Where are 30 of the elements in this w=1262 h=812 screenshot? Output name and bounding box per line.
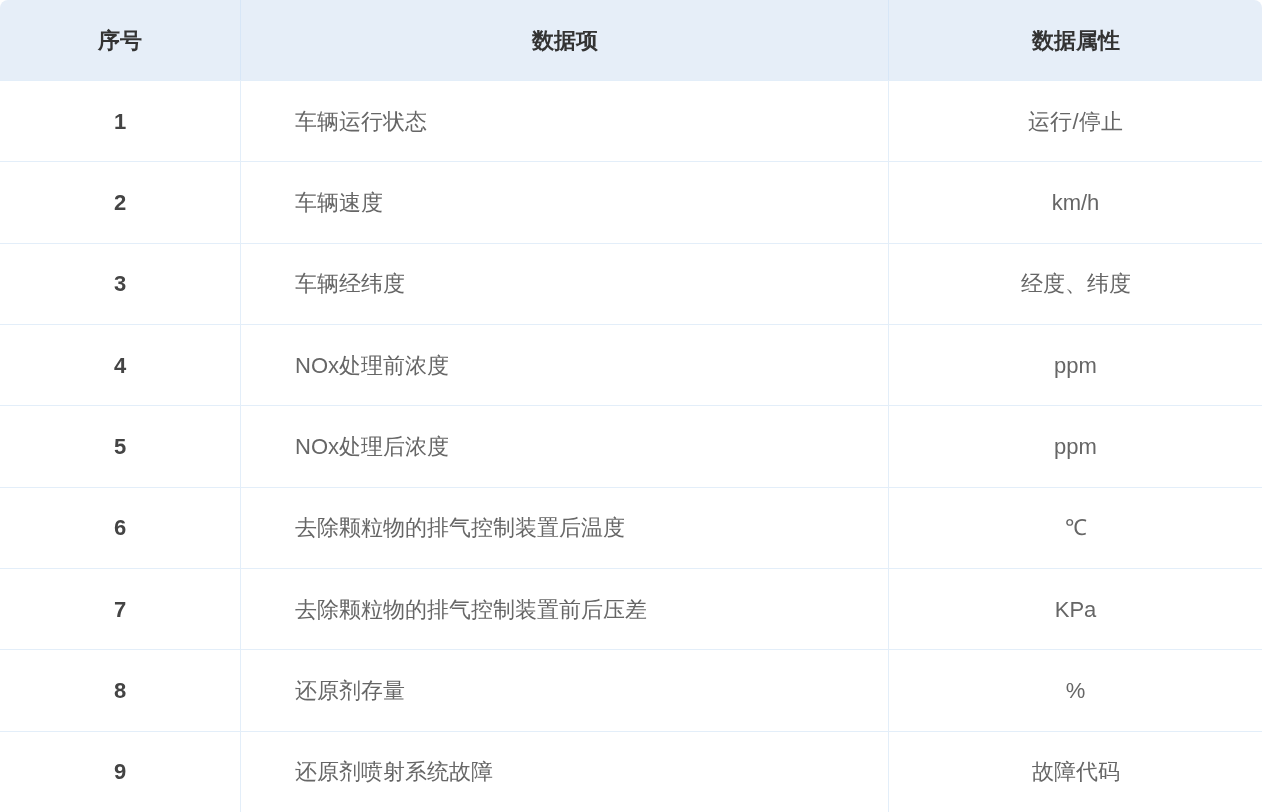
table-cell: km/h — [888, 161, 1262, 243]
table-cell: 3 — [0, 242, 240, 324]
table-cell: ℃ — [888, 486, 1262, 568]
table-cell: 故障代码 — [888, 730, 1262, 812]
table-cell: NOx处理后浓度 — [240, 405, 888, 487]
table-cell: 9 — [0, 730, 240, 812]
table-cell: 去除颗粒物的排气控制装置前后压差 — [240, 568, 888, 650]
column-header: 序号 — [0, 0, 240, 80]
table-cell: % — [888, 649, 1262, 731]
table-cell: 2 — [0, 161, 240, 243]
table-cell: ppm — [888, 405, 1262, 487]
table-cell: NOx处理前浓度 — [240, 324, 888, 406]
table-cell: 还原剂存量 — [240, 649, 888, 731]
table-cell: 运行/停止 — [888, 80, 1262, 162]
table-cell: 6 — [0, 486, 240, 568]
table-cell: 1 — [0, 80, 240, 162]
table-cell: KPa — [888, 568, 1262, 650]
table-cell: 经度、纬度 — [888, 242, 1262, 324]
table-cell: 还原剂喷射系统故障 — [240, 730, 888, 812]
column-header: 数据项 — [240, 0, 888, 80]
table-cell: 5 — [0, 405, 240, 487]
table-cell: 4 — [0, 324, 240, 406]
table-cell: 7 — [0, 568, 240, 650]
table-cell: 去除颗粒物的排气控制装置后温度 — [240, 486, 888, 568]
table-cell: 车辆运行状态 — [240, 80, 888, 162]
table-cell: 8 — [0, 649, 240, 731]
table-cell: 车辆经纬度 — [240, 242, 888, 324]
table-cell: ppm — [888, 324, 1262, 406]
column-header: 数据属性 — [888, 0, 1262, 80]
table-cell: 车辆速度 — [240, 161, 888, 243]
